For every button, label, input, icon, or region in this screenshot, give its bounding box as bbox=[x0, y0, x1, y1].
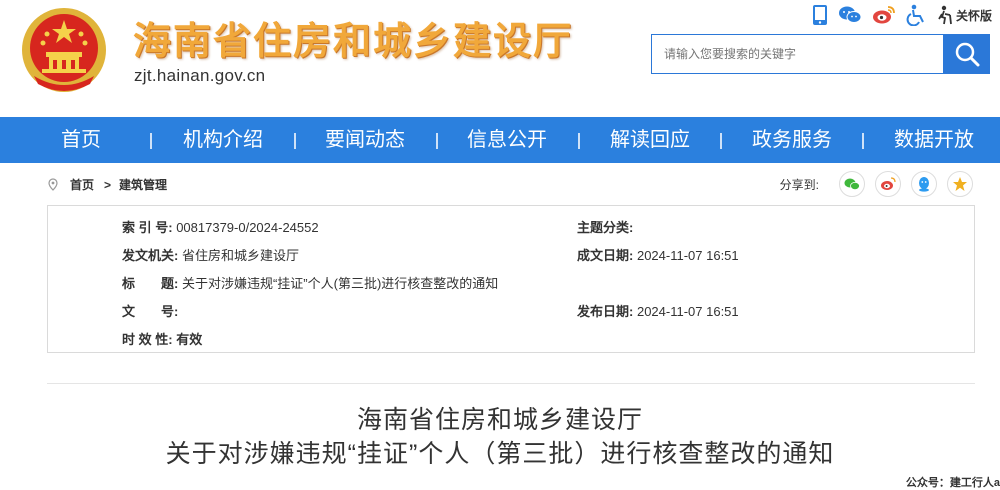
breadcrumb-current[interactable]: 建筑管理 bbox=[119, 176, 167, 193]
elder-mode-icon bbox=[938, 5, 952, 25]
document-info-box: 索 引 号: 00817379-0/2024-24552 主题分类: 发文机关:… bbox=[47, 205, 975, 353]
info-index-value: 00817379-0/2024-24552 bbox=[176, 220, 319, 235]
info-title-row: 标 题: 关于对涉嫌违规“挂证”个人(第三批)进行核查整改的通知 bbox=[122, 273, 498, 292]
share-qq-button[interactable] bbox=[911, 171, 937, 197]
share-wechat-button[interactable] bbox=[839, 171, 865, 197]
star-icon bbox=[953, 177, 967, 191]
info-topic-row: 主题分类: bbox=[577, 217, 633, 236]
info-docno-label: 文 号: bbox=[122, 304, 179, 319]
document-title-line2: 关于对涉嫌违规“挂证”个人（第三批）进行核查整改的通知 bbox=[165, 440, 835, 468]
nav-separator bbox=[720, 133, 722, 149]
nav-separator bbox=[150, 133, 152, 149]
info-docno-row: 文 号: bbox=[122, 301, 178, 320]
main-nav: 首页 机构介绍 要闻动态 信息公开 解读回应 政务服务 数据开放 bbox=[0, 117, 1000, 163]
location-pin-icon bbox=[48, 178, 58, 191]
wechat-icon bbox=[844, 178, 860, 190]
info-published-row: 发布日期: 2024-11-07 16:51 bbox=[577, 301, 739, 320]
search-icon bbox=[955, 42, 979, 67]
info-created-label: 成文日期: bbox=[577, 248, 634, 263]
info-index-label: 索 引 号: bbox=[122, 220, 173, 235]
info-validity-label: 时 效 性: bbox=[122, 332, 173, 347]
info-issuer-row: 发文机关: 省住房和城乡建设厅 bbox=[122, 245, 299, 264]
share-weibo-button[interactable] bbox=[875, 171, 901, 197]
nav-separator bbox=[294, 133, 296, 149]
nav-item-organization[interactable]: 机构介绍 bbox=[183, 117, 263, 163]
info-title-value: 关于对涉嫌违规“挂证”个人(第三批)进行核查整改的通知 bbox=[181, 276, 499, 291]
info-topic-label: 主题分类: bbox=[577, 220, 634, 235]
weibo-icon bbox=[881, 177, 896, 190]
watermark: 公众号：建工行人a bbox=[905, 477, 1000, 489]
info-published-value: 2024-11-07 16:51 bbox=[636, 304, 739, 319]
info-validity-row: 时 效 性: 有效 bbox=[122, 329, 202, 348]
info-validity-value: 有效 bbox=[176, 332, 203, 347]
site-header: 海南省住房和城乡建设厅 zjt.hainan.gov.cn 关怀版 bbox=[0, 0, 1000, 117]
share-qzone-button[interactable] bbox=[947, 171, 973, 197]
nav-item-services[interactable]: 政务服务 bbox=[752, 117, 832, 163]
nav-separator bbox=[862, 133, 864, 149]
qq-icon bbox=[919, 177, 929, 192]
info-created-row: 成文日期: 2024-11-07 16:51 bbox=[577, 245, 739, 264]
nav-item-interpretation[interactable]: 解读回应 bbox=[610, 117, 690, 163]
share-label: 分享到: bbox=[779, 177, 819, 192]
info-index-row: 索 引 号: 00817379-0/2024-24552 bbox=[122, 217, 319, 236]
weibo-icon[interactable] bbox=[872, 5, 896, 25]
accessibility-icon[interactable] bbox=[906, 4, 926, 26]
nav-item-home[interactable]: 首页 bbox=[61, 117, 101, 163]
site-domain: zjt.hainan.gov.cn bbox=[134, 66, 266, 85]
search-bar bbox=[651, 34, 990, 74]
header-tools: 关怀版 bbox=[812, 4, 992, 26]
nav-item-news[interactable]: 要闻动态 bbox=[325, 117, 405, 163]
info-created-value: 2024-11-07 16:51 bbox=[636, 248, 739, 263]
nav-separator bbox=[578, 133, 580, 149]
share-bar: 分享到: bbox=[780, 171, 973, 197]
breadcrumb-arrow: > bbox=[104, 177, 112, 192]
info-issuer-label: 发文机关: bbox=[122, 248, 179, 263]
content-divider bbox=[47, 383, 975, 384]
elder-mode-label: 关怀版 bbox=[955, 8, 992, 23]
national-emblem-icon bbox=[22, 8, 106, 92]
breadcrumb: 首页 > 建筑管理 bbox=[48, 176, 167, 193]
nav-item-disclosure[interactable]: 信息公开 bbox=[467, 117, 547, 163]
nav-separator bbox=[436, 133, 438, 149]
search-input[interactable] bbox=[651, 34, 956, 74]
document-title-line1: 海南省住房和城乡建设厅 bbox=[356, 406, 643, 434]
site-title[interactable]: 海南省住房和城乡建设厅 bbox=[133, 10, 573, 65]
nav-item-open-data[interactable]: 数据开放 bbox=[894, 117, 974, 163]
info-issuer-value: 省住房和城乡建设厅 bbox=[181, 248, 299, 263]
info-title-label: 标 题: bbox=[122, 276, 179, 291]
elder-mode-toggle[interactable]: 关怀版 bbox=[936, 5, 992, 25]
mobile-icon[interactable] bbox=[812, 4, 828, 26]
breadcrumb-home[interactable]: 首页 bbox=[70, 176, 94, 193]
wechat-icon[interactable] bbox=[838, 5, 862, 25]
search-button[interactable] bbox=[943, 34, 990, 74]
info-published-label: 发布日期: bbox=[577, 304, 634, 319]
